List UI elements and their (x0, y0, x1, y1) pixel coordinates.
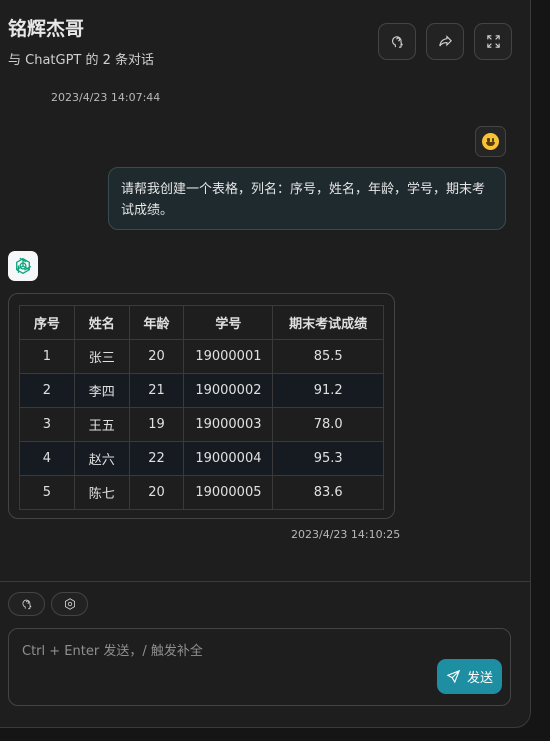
table-cell: 19 (128, 407, 185, 442)
table-row: 5 陈七 20 19000005 83.6 (19, 475, 384, 510)
table-cell: 1 (19, 339, 75, 374)
table-header-cell: 序号 (19, 305, 75, 340)
table-cell: 王五 (73, 407, 130, 442)
send-button-label: 发送 (466, 670, 493, 685)
score-table: 序号 姓名 年龄 学号 期末考试成绩 1 张三 20 19000001 85.5… (19, 305, 384, 510)
table-cell: 21 (128, 373, 185, 408)
smiley-icon (482, 133, 499, 150)
table-cell: 3 (19, 407, 75, 442)
table-row: 4 赵六 22 19000004 95.3 (19, 441, 384, 476)
send-icon (446, 669, 461, 684)
table-cell: 91.2 (272, 373, 384, 408)
prompt-button[interactable] (378, 23, 416, 60)
user-message: 请帮我创建一个表格，列名：序号，姓名，年龄，学号，期末考试成绩。 (108, 167, 506, 230)
table-cell: 85.5 (272, 339, 384, 374)
chat-subtitle: 与 ChatGPT 的 2 条对话 (8, 53, 155, 68)
user-avatar (475, 126, 506, 157)
table-cell: 19000003 (183, 407, 274, 442)
table-cell: 19000005 (183, 475, 274, 510)
table-header-cell: 学号 (183, 305, 274, 340)
table-cell: 20 (128, 475, 185, 510)
share-icon (438, 35, 452, 47)
message-input[interactable] (9, 629, 510, 705)
chat-window: 铭辉杰哥 与 ChatGPT 的 2 条对话 2023/4/23 14:07:4… (0, 0, 531, 728)
fullscreen-icon (486, 35, 500, 48)
table-header-cell: 期末考试成绩 (272, 305, 384, 340)
chat-header: 铭辉杰哥 与 ChatGPT 的 2 条对话 (0, 0, 530, 79)
chat-title: 铭辉杰哥 (8, 18, 85, 40)
table-cell: 李四 (73, 373, 130, 408)
bot-message-time: 2023/4/23 14:10:25 (291, 528, 401, 541)
table-cell: 张三 (73, 339, 130, 374)
table-cell: 2 (19, 373, 75, 408)
table-header-row: 序号 姓名 年龄 学号 期末考试成绩 (19, 305, 384, 340)
table-cell: 19000002 (183, 373, 274, 408)
brain-icon (391, 36, 403, 48)
table-cell: 20 (128, 339, 185, 374)
table-cell: 78.0 (272, 407, 384, 442)
settings-icon (64, 598, 75, 610)
table-header-cell: 年龄 (128, 305, 185, 340)
table-cell: 赵六 (73, 441, 130, 476)
table-cell: 22 (128, 441, 185, 476)
table-cell: 19000004 (183, 441, 274, 476)
send-button[interactable]: 发送 (437, 659, 502, 694)
table-cell: 83.6 (272, 475, 384, 510)
table-row: 2 李四 21 19000002 91.2 (19, 373, 384, 408)
bot-avatar (8, 251, 38, 281)
bot-message: 序号 姓名 年龄 学号 期末考试成绩 1 张三 20 19000001 85.5… (8, 293, 395, 519)
brain-icon (21, 599, 32, 610)
table-cell: 陈七 (73, 475, 130, 510)
table-row: 1 张三 20 19000001 85.5 (19, 339, 384, 374)
table-cell: 19000001 (183, 339, 274, 374)
fullscreen-button[interactable] (474, 23, 512, 60)
message-input-box (8, 628, 511, 706)
table-cell: 4 (19, 441, 75, 476)
table-header-cell: 姓名 (73, 305, 130, 340)
table-cell: 95.3 (272, 441, 384, 476)
user-message-time: 2023/4/23 14:07:44 (51, 91, 161, 104)
prompt-chip-button[interactable] (8, 592, 45, 616)
table-row: 3 王五 19 19000003 78.0 (19, 407, 384, 442)
openai-logo-icon (16, 257, 32, 275)
share-button[interactable] (426, 23, 464, 60)
table-cell: 5 (19, 475, 75, 510)
settings-chip-button[interactable] (51, 592, 88, 616)
composer-divider (0, 581, 530, 582)
